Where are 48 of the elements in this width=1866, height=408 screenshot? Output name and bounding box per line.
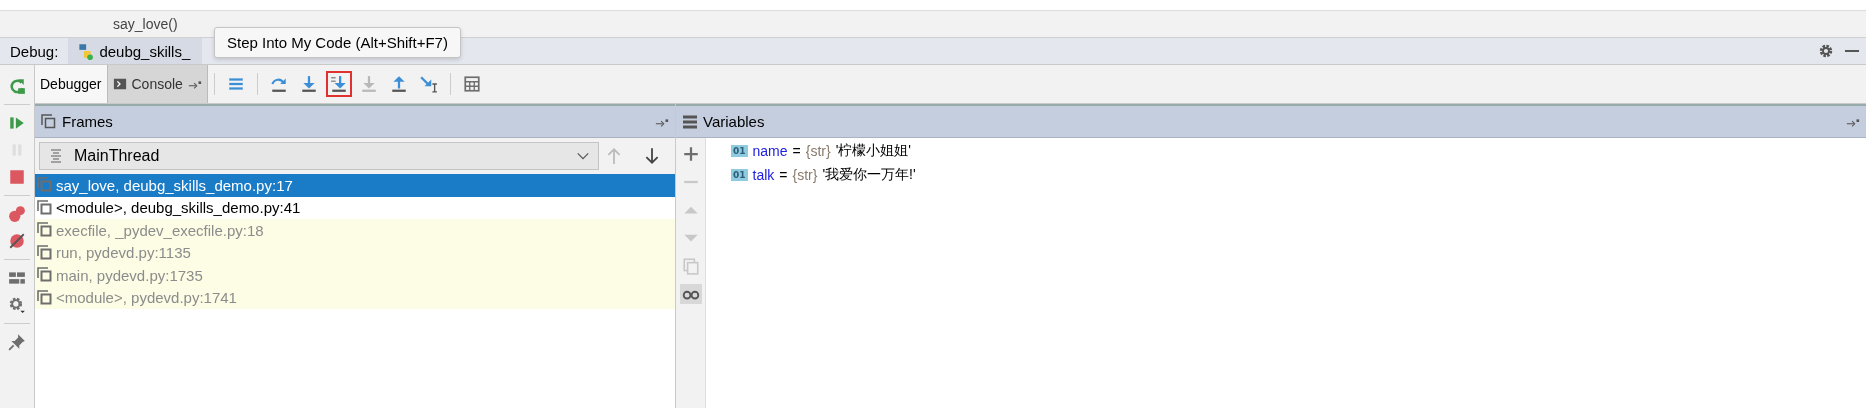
frame-icon bbox=[37, 222, 53, 239]
variable-name: talk bbox=[752, 167, 775, 183]
step-into-icon[interactable] bbox=[299, 75, 318, 93]
settings-icon[interactable] bbox=[1818, 43, 1834, 59]
equals-sign: = bbox=[779, 167, 788, 183]
arrow-down-icon[interactable] bbox=[643, 147, 661, 165]
debug-label: Debug: bbox=[9, 42, 60, 60]
calculator-icon[interactable] bbox=[462, 75, 481, 93]
rerun-icon[interactable] bbox=[8, 77, 26, 95]
frame-row[interactable]: <module>, deubg_skills_demo.py:41 bbox=[35, 196, 675, 219]
frame-row[interactable]: say_love, deubg_skills_demo.py:17 bbox=[35, 174, 675, 197]
plus-icon[interactable] bbox=[681, 145, 700, 163]
panel-tab[interactable]: Debugger bbox=[35, 65, 108, 103]
variable-type: {str} bbox=[805, 143, 831, 159]
frame-icon bbox=[37, 289, 53, 306]
stop-icon[interactable] bbox=[8, 168, 26, 186]
thread-dropdown[interactable]: MainThread bbox=[39, 142, 599, 170]
settings-icon[interactable] bbox=[8, 296, 26, 314]
execution-point-icon[interactable] bbox=[226, 75, 245, 93]
step-out-icon[interactable] bbox=[389, 75, 408, 93]
tooltip: Step Into My Code (Alt+Shift+F7) bbox=[214, 27, 461, 58]
type-badge: 01 bbox=[731, 145, 748, 157]
panel-title: Frames bbox=[62, 113, 114, 130]
panel-title: Variables bbox=[703, 113, 766, 130]
variable-value: '柠檬小姐姐' bbox=[835, 142, 911, 160]
breakpoints-icon[interactable] bbox=[8, 205, 26, 223]
variable-value: '我爱你一万年!' bbox=[822, 166, 916, 184]
frame-icon bbox=[37, 199, 53, 216]
frame-icon bbox=[37, 177, 53, 194]
run-to-cursor-icon[interactable] bbox=[419, 75, 438, 93]
variable-type: {str} bbox=[792, 167, 818, 183]
variable-name: name bbox=[752, 143, 788, 159]
frames-icon bbox=[41, 113, 57, 130]
resume-icon[interactable] bbox=[8, 114, 26, 132]
thread-icon bbox=[48, 148, 64, 164]
file-type-icon bbox=[76, 42, 95, 60]
layout-icon[interactable] bbox=[8, 269, 26, 287]
code-line: say_love() bbox=[113, 16, 178, 32]
equals-sign: = bbox=[792, 143, 801, 159]
muted-breakpoint-icon[interactable] bbox=[8, 232, 26, 250]
type-badge: 01 bbox=[731, 169, 748, 181]
session-tab[interactable]: deubg_skills_ bbox=[68, 38, 203, 64]
panel-tab[interactable]: Console bbox=[107, 65, 208, 103]
console-icon bbox=[112, 77, 127, 91]
frame-icon bbox=[37, 244, 53, 261]
list-icon bbox=[682, 113, 698, 130]
frame-icon bbox=[37, 267, 53, 284]
pin-icon[interactable] bbox=[8, 333, 26, 351]
